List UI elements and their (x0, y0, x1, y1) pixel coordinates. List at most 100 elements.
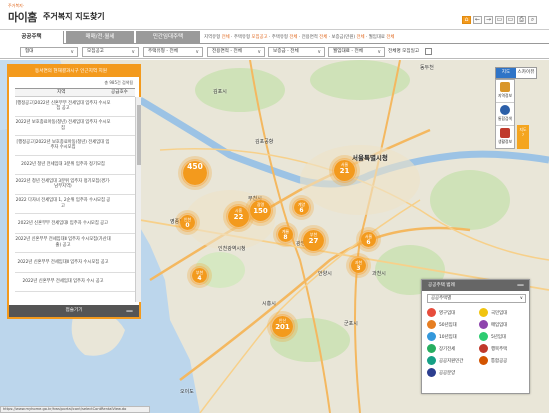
map-cluster[interactable]: 광명 150 (248, 198, 273, 223)
tab-public-housing[interactable]: 공공주택 (0, 31, 64, 44)
col-count: 공급호수 (111, 90, 128, 95)
map-type-toggle: 지도 스카이뷰 (495, 67, 537, 79)
map-label-incheon: 인천광역시청 (218, 246, 246, 252)
back-icon[interactable]: ← (473, 16, 482, 24)
legend-header: 공공주택 범례 — (422, 280, 529, 291)
map-cluster[interactable]: 계룡 8 (276, 225, 295, 244)
print-icon[interactable]: ⎙ (517, 16, 526, 24)
legend-item[interactable]: 공공지원민간 (427, 356, 477, 368)
result-count: 총 985건 검색됨 (104, 80, 133, 85)
list-item[interactable]: [행정공고]2022년 보호종료아동(청년) 전세임대 입주자 수시모집 (15, 136, 135, 156)
list-item[interactable]: 2022년 청년 전세임대 3분위 입주자 정기모집(경기·남부지역) (15, 175, 135, 195)
map-label-anyang: 안양시 (318, 271, 332, 277)
header: 주거복지· 마이홈 주거복지 지도찾기 ⌂ ← → ▭ ▭ ⎙ ⌕ (0, 0, 549, 27)
status-url: https://www.myhome.go.kr/hws/portal/cont… (0, 406, 150, 413)
globe-icon (500, 105, 510, 115)
zoom-icon[interactable]: ⌕ (528, 16, 537, 24)
legend-dot-icon (427, 368, 436, 377)
zoom-level: 지도 7 (517, 125, 529, 149)
map-label-gimpo-airport: 김포공항 (255, 139, 274, 145)
list-header: 지역 공급호수 (15, 88, 135, 97)
legend-item[interactable]: 10년임대 (427, 332, 477, 344)
notice-list-panel: 동서면의 현재결과시구 인근지역 지원 총 985건 검색됨 지역 공급호수 [… (7, 64, 141, 319)
legend-item[interactable]: 통합공공 (479, 356, 529, 368)
legend-dot-icon (427, 332, 436, 341)
legend-item[interactable]: 행복주택 (479, 344, 529, 356)
map-cluster[interactable]: 450 (181, 159, 209, 187)
legend-dot-icon (479, 308, 488, 317)
map-tools: 지역정보 통합검색 생활정보 (495, 79, 515, 149)
legend-dot-icon (427, 356, 436, 365)
checkbox-label: 전체명 모집일고 (388, 49, 420, 54)
map-cluster[interactable]: 안산 201 (270, 314, 295, 339)
filter-bar: 협대 ∨ 모집공고 ∨ 주택유형 - 전체 ∨ 전용면적 - 전체 ∨ 보증금 - 전체… (0, 45, 549, 59)
map-label-dongducheon: 동두천 (420, 65, 434, 71)
legend-dot-icon (427, 308, 436, 317)
save-icon[interactable]: ▭ (506, 16, 515, 24)
search-button[interactable]: 통합검색 (496, 103, 514, 126)
person-icon (500, 82, 510, 92)
legend-item[interactable]: 50년임대 (427, 320, 477, 332)
rent-select[interactable]: 월임대료 - 전체 ∨ (328, 47, 385, 57)
legend-item[interactable]: 국민임대 (479, 308, 529, 320)
list-item[interactable]: 2022년 신혼부부 전세임대Ⅱ 입주자 수시모집(가산대출) 공고 (15, 234, 135, 253)
breadcrumb: 지역유형 전체 · 주택유형 모집공고 · 주택유형 전체 · 전용면적 전체 … (204, 35, 395, 40)
map-cluster[interactable]: 서울 6 (359, 230, 378, 249)
collapse-button[interactable]: 접슬기기 — (9, 305, 139, 317)
map-cluster[interactable]: 과천 3 (349, 256, 368, 275)
map-cluster[interactable]: 시흥 22 (226, 204, 251, 229)
legend-dot-icon (479, 332, 488, 341)
list-scrollbar[interactable] (135, 97, 141, 302)
home-icon[interactable]: ⌂ (462, 16, 471, 24)
minus-icon[interactable]: — (517, 280, 524, 291)
map-cluster[interactable]: 계양 6 (292, 198, 311, 217)
collapse-label: 접슬기기 (65, 308, 83, 313)
tab-bar: 공공주택 매매/전·월세 민간임대주택 지역유형 전체 · 주택유형 모집공고 … (0, 29, 549, 44)
legend-dot-icon (479, 320, 488, 329)
area-select[interactable]: 전용면적 - 전체 ∨ (207, 47, 265, 57)
map-cluster[interactable]: 부천 27 (301, 228, 326, 253)
window-icon[interactable]: ▭ (495, 16, 504, 24)
forward-icon[interactable]: → (484, 16, 493, 24)
list-item[interactable]: 2022년 신혼부부 전세임대Ⅰ 입주자 수시모집 공고 (15, 214, 135, 234)
legend-item[interactable]: 장기전세 (427, 344, 477, 356)
region-info-button[interactable]: 지역정보 (496, 80, 514, 103)
map-cluster[interactable]: 서울 21 (332, 158, 357, 183)
legend-select[interactable]: 공공주택별 ∨ (427, 294, 526, 303)
logo[interactable]: 마이홈 (8, 9, 37, 25)
legend-title: 공공주택 범례 (428, 283, 455, 288)
tab-sale-rent[interactable]: 매매/전·월세 (66, 31, 134, 44)
legend-item[interactable]: 공공분양 (427, 368, 477, 380)
map-view-button[interactable]: 지도 (496, 68, 516, 78)
list-item[interactable]: 2022년 보호종료아동(청년) 전세임대 입주자 수시모집 (15, 117, 135, 136)
map-cluster[interactable]: 부천 4 (190, 266, 209, 285)
notice-list: [행정공고]2022년 신혼부부 전세임대 입주자 수시모집 공고 2022년 … (15, 97, 135, 302)
list-item[interactable]: 2022년 신혼부부 전세임대 입주자 수시 공고 (15, 273, 135, 292)
legend-item[interactable]: 5년임대 (479, 332, 529, 344)
list-item[interactable]: 2022년 신혼부부 전세임대Ⅱ 입주자 수시모집 공고 (15, 253, 135, 273)
notice-checkbox[interactable] (425, 48, 432, 55)
col-region: 지역 (57, 90, 66, 95)
map-cluster[interactable]: 인천 0 (178, 213, 197, 232)
scrollbar-thumb[interactable] (137, 105, 141, 165)
legend-item[interactable]: 매입임대 (479, 320, 529, 332)
page-title: 주거복지 지도찾기 (43, 12, 105, 21)
house-type-select[interactable]: 주택유형 - 전체 ∨ (143, 47, 203, 57)
logo-text: 마이홈 (8, 11, 37, 24)
skyview-button[interactable]: 스카이뷰 (516, 68, 536, 78)
panel-header: 동서면의 현재결과시구 인근지역 지원 (9, 66, 139, 77)
deposit-select[interactable]: 보증금 - 전체 ∨ (268, 47, 325, 57)
minus-icon: — (126, 307, 133, 315)
map-label-seoul: 서울특별시청 (352, 154, 388, 162)
life-info-button[interactable]: 생활정보 (496, 126, 514, 149)
tab-private-rental[interactable]: 민간임대주택 (136, 31, 200, 44)
list-item[interactable]: 2022 다자녀 전세임대 1, 2순위 입주자 수시모집 공고 (15, 195, 135, 214)
notice-select[interactable]: 모집공고 ∨ (82, 47, 139, 57)
map-label-gunpo: 군포시 (344, 321, 358, 327)
legend-panel: 공공주택 범례 — 공공주택별 ∨ 영구임대 국민임대 50년임대 매입임대 10… (421, 279, 530, 394)
region-select[interactable]: 협대 ∨ (20, 47, 78, 57)
legend-item[interactable]: 영구임대 (427, 308, 477, 320)
list-item[interactable]: 2022년 청년 전세임대 3분위 입주자 정기모집 (15, 156, 135, 175)
map-label-gwacheon: 과천시 (372, 271, 386, 277)
list-item[interactable]: [행정공고]2022년 신혼부부 전세임대 입주자 수시모집 공고 (15, 97, 135, 117)
